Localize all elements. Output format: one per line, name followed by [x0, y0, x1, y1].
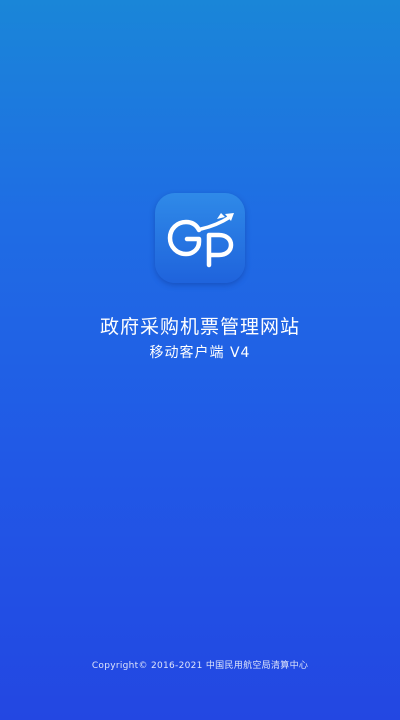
splash-screen: 政府采购机票管理网站 移动客户端 V4 Copyright© 2016-2021…: [0, 0, 400, 720]
gp-plane-logo-icon: [167, 213, 234, 268]
app-title: 政府采购机票管理网站: [99, 316, 300, 338]
app-subtitle: 移动客户端 V4: [149, 345, 251, 361]
app-logo-icon: [155, 193, 245, 283]
copyright-text: Copyright© 2016-2021 中国民用航空局清算中心: [91, 661, 309, 671]
